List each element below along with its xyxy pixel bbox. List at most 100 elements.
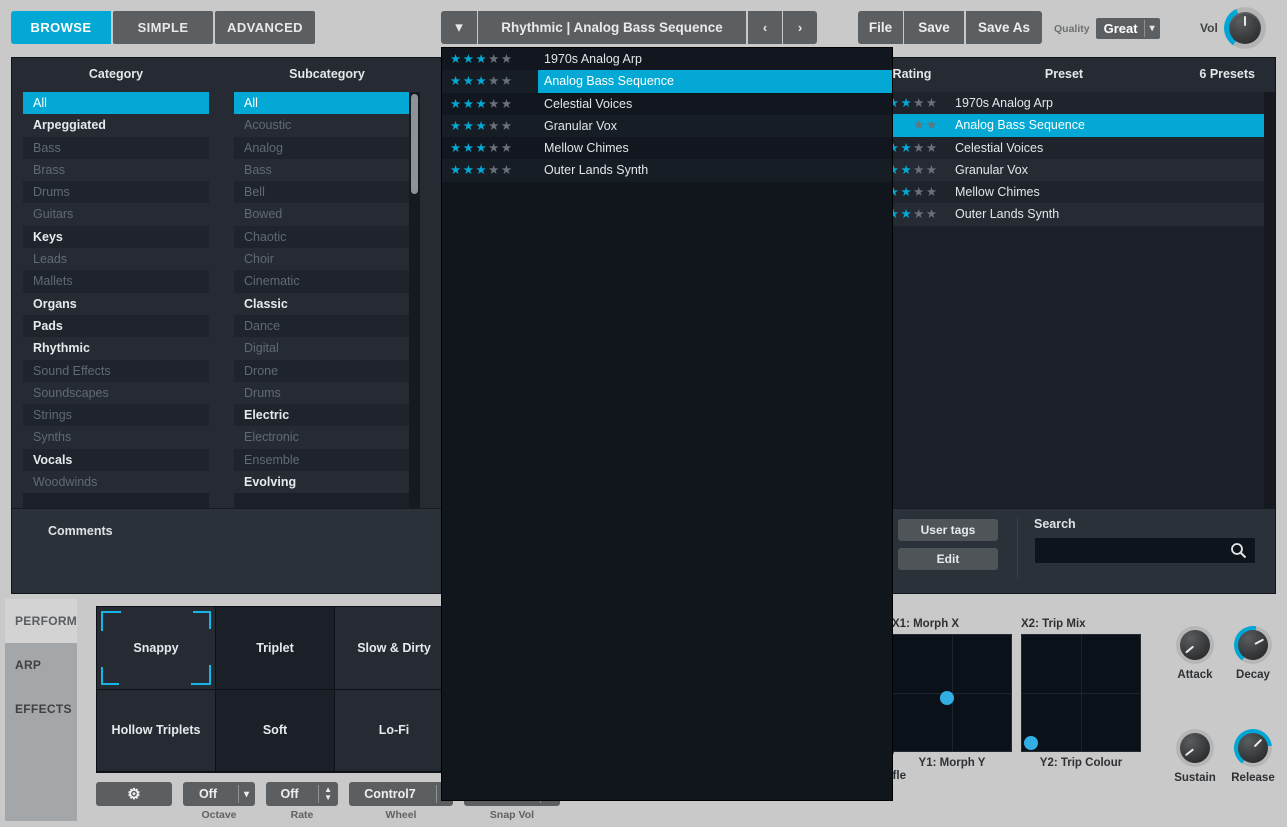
star-icon[interactable]: ★ (926, 141, 939, 155)
save-as-button[interactable]: Save As (966, 11, 1042, 44)
category-item[interactable]: Synths (23, 426, 209, 448)
dropdown-preset-item[interactable]: ★★★★★Granular Vox (442, 115, 892, 137)
column-header-preset[interactable]: Preset (1024, 67, 1104, 81)
star-icon[interactable]: ★ (463, 97, 476, 111)
envelope-knob-group[interactable]: Attack (1168, 626, 1222, 681)
star-icon[interactable]: ★ (488, 141, 501, 155)
subcategory-item[interactable]: Evolving (234, 471, 420, 493)
star-icon[interactable]: ★ (501, 52, 514, 66)
envelope-knob-group[interactable]: Sustain (1168, 729, 1222, 784)
preset-scroll-track[interactable] (1264, 92, 1275, 510)
category-item[interactable]: Woodwinds (23, 471, 209, 493)
star-icon[interactable]: ★ (475, 52, 488, 66)
category-item[interactable]: Drums (23, 181, 209, 203)
volume-control[interactable]: Vol (1200, 7, 1266, 49)
mode-tab-advanced[interactable]: ADVANCED (215, 11, 315, 44)
snapshot-cell[interactable]: Lo-Fi (335, 690, 454, 773)
section-tab-perform[interactable]: PERFORM (5, 599, 77, 643)
rate-stepper[interactable]: Off▲▼ (266, 782, 338, 806)
dropdown-preset-item[interactable]: ★★★★★Outer Lands Synth (442, 159, 892, 181)
subcategory-item[interactable]: Chaotic (234, 226, 420, 248)
envelope-knob-group[interactable]: Decay (1226, 626, 1280, 681)
star-icon[interactable]: ★ (913, 163, 926, 177)
star-icon[interactable]: ★ (488, 119, 501, 133)
star-icon[interactable]: ★ (926, 163, 939, 177)
star-icon[interactable]: ★ (900, 141, 913, 155)
star-icon[interactable]: ★ (913, 118, 926, 132)
volume-knob[interactable] (1224, 7, 1266, 49)
subcategory-item[interactable]: All (234, 92, 420, 114)
edit-button[interactable]: Edit (898, 548, 998, 570)
xy-pad-1-handle[interactable] (940, 691, 954, 705)
star-icon[interactable]: ★ (926, 118, 939, 132)
file-button[interactable]: File (858, 11, 903, 44)
preset-list[interactable]: ★★★★★1970s Analog Arp★★★★★Analog Bass Se… (867, 92, 1264, 510)
subcategory-item[interactable]: Drums (234, 382, 420, 404)
category-item[interactable]: Organs (23, 293, 209, 315)
star-icon[interactable]: ★ (900, 207, 913, 221)
star-icon[interactable]: ★ (900, 118, 913, 132)
star-icon[interactable]: ★ (900, 163, 913, 177)
subcategory-item[interactable]: Cinematic (234, 270, 420, 292)
subcategory-item[interactable]: Digital (234, 337, 420, 359)
subcategory-item[interactable]: Electronic (234, 426, 420, 448)
preset-row[interactable]: ★★★★★Analog Bass Sequence (867, 114, 1264, 136)
snapshot-cell[interactable]: Hollow Triplets (97, 690, 216, 773)
star-icon[interactable]: ★ (913, 207, 926, 221)
category-item[interactable]: Guitars (23, 203, 209, 225)
envelope-knob[interactable] (1176, 626, 1214, 664)
category-item[interactable]: Strings (23, 404, 209, 426)
current-preset-name[interactable]: Rhythmic | Analog Bass Sequence (478, 11, 746, 44)
star-icon[interactable]: ★ (463, 52, 476, 66)
category-item[interactable]: All (23, 92, 209, 114)
preset-row[interactable]: ★★★★★Celestial Voices (867, 137, 1264, 159)
category-item[interactable]: Soundscapes (23, 382, 209, 404)
preset-row[interactable]: ★★★★★Outer Lands Synth (867, 203, 1264, 225)
subcategory-item[interactable]: Bass (234, 159, 420, 181)
star-icon[interactable]: ★ (926, 207, 939, 221)
star-icon[interactable]: ★ (463, 141, 476, 155)
star-icon[interactable]: ★ (463, 119, 476, 133)
star-icon[interactable]: ★ (913, 96, 926, 110)
subcategory-scroll-track[interactable] (409, 92, 420, 510)
dropdown-preset-item[interactable]: ★★★★★Mellow Chimes (442, 137, 892, 159)
rating-stars[interactable]: ★★★★★ (442, 70, 538, 92)
star-icon[interactable]: ★ (501, 163, 514, 177)
search-input[interactable] (1035, 538, 1225, 563)
star-icon[interactable]: ★ (475, 141, 488, 155)
envelope-knob[interactable] (1234, 626, 1272, 664)
octave-select[interactable]: Off▾ (183, 782, 255, 806)
search-icon[interactable] (1230, 542, 1247, 564)
envelope-knob-group[interactable]: Release (1226, 729, 1280, 784)
star-icon[interactable]: ★ (475, 163, 488, 177)
star-icon[interactable]: ★ (463, 74, 476, 88)
preset-dropdown-toggle[interactable]: ▾ (441, 11, 477, 44)
section-tab-effects[interactable]: EFFECTS (5, 687, 77, 731)
star-icon[interactable]: ★ (926, 185, 939, 199)
category-item[interactable]: Sound Effects (23, 360, 209, 382)
star-icon[interactable]: ★ (475, 74, 488, 88)
star-icon[interactable]: ★ (913, 141, 926, 155)
next-preset-button[interactable]: › (783, 11, 817, 44)
subcategory-item[interactable]: Electric (234, 404, 420, 426)
xy-pad-2-handle[interactable] (1024, 736, 1038, 750)
subcategory-item[interactable]: Dance (234, 315, 420, 337)
rating-stars[interactable]: ★★★★★ (442, 115, 538, 137)
preset-row[interactable]: ★★★★★1970s Analog Arp (867, 92, 1264, 114)
subcategory-item[interactable]: Acoustic (234, 114, 420, 136)
subcategory-scrollbar-thumb[interactable] (411, 94, 418, 194)
subcategory-item[interactable]: Choir (234, 248, 420, 270)
subcategory-item[interactable]: Classic (234, 293, 420, 315)
subcategory-item[interactable]: Ensemble (234, 449, 420, 471)
star-icon[interactable]: ★ (488, 163, 501, 177)
snapshot-settings-button[interactable]: ⚙ (96, 782, 172, 806)
quality-select[interactable]: Great ▾ (1096, 18, 1160, 39)
rating-stars[interactable]: ★★★★★ (442, 137, 538, 159)
subcategory-item[interactable]: Bowed (234, 203, 420, 225)
preset-row[interactable]: ★★★★★Granular Vox (867, 159, 1264, 181)
star-icon[interactable]: ★ (450, 163, 463, 177)
category-item[interactable]: Leads (23, 248, 209, 270)
star-icon[interactable]: ★ (450, 74, 463, 88)
category-item[interactable]: Vocals (23, 449, 209, 471)
snapshot-cell[interactable]: Snappy (97, 607, 216, 690)
